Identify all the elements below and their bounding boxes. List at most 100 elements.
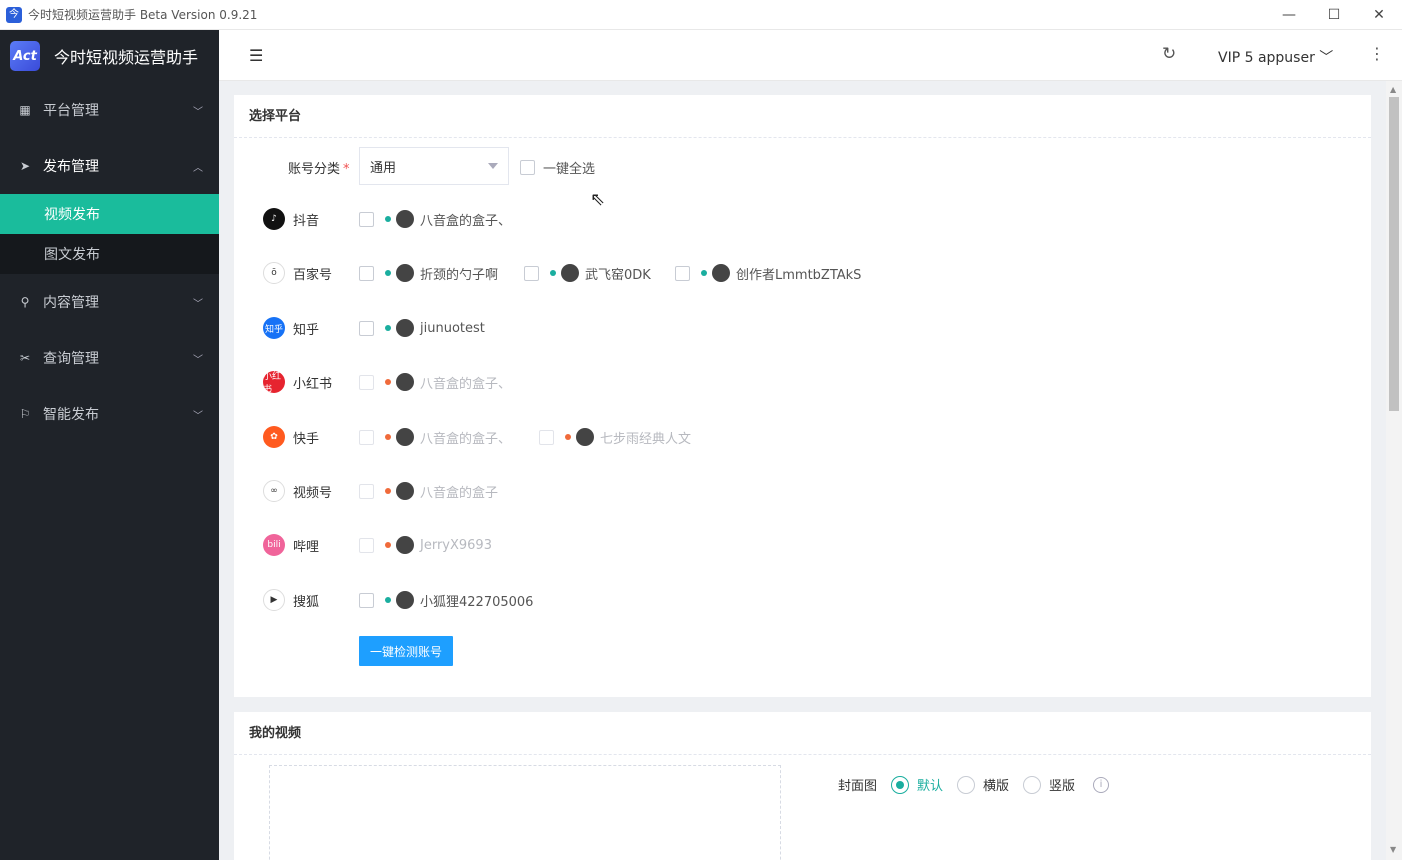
refresh-icon[interactable]: ↻ [1162,44,1176,64]
account-item[interactable]: 七步雨经典人文 [539,425,691,449]
chevron-up-icon: ︿ [193,162,203,174]
account-item[interactable]: 八音盒的盒子 [359,479,498,503]
avatar [561,264,579,282]
user-label: VIP 5 appuser [1218,50,1315,66]
avatar [396,428,414,446]
account-name: 八音盒的盒子、 [420,376,512,392]
select-all-checkbox[interactable] [520,160,535,175]
maximize-icon: ☐ [1327,7,1341,23]
close-icon: ✕ [1373,7,1385,23]
platform-row: ō 百家号 折颈的勺子啊 武飞窑0DK 创作者LmmtbZTAkS [234,261,1371,285]
info-icon[interactable]: i [1093,776,1110,793]
select-all[interactable]: 一键全选 [520,158,595,177]
status-dot [385,325,391,331]
cover-default-radio[interactable] [891,775,910,794]
scroll-down-icon[interactable]: ▼ [1390,845,1396,854]
sidebar-item-image-publish[interactable]: 图文发布 [0,234,219,274]
avatar [396,319,414,337]
platform-icon: 小红书 [263,371,285,395]
category-label: 账号分类 * [288,162,350,177]
platform-name: 百家号 [293,267,333,283]
platform-icon: 知乎 [263,317,285,339]
account-item[interactable]: jiunuotest [359,316,485,340]
platform-name: 视频号 [293,485,333,501]
account-checkbox[interactable] [359,429,374,445]
cover-horizontal-radio[interactable] [957,775,976,794]
more-icon[interactable]: ⋮ [1369,44,1385,63]
account-name: jiunuotest [420,320,485,336]
platform-row: bili 哔哩 JerryX9693 [234,533,1371,557]
close-button[interactable]: ✕ [1356,0,1402,30]
tools-icon: ✂ [19,351,31,365]
sidebar-item-content[interactable]: ⚲ 内容管理 ﹀ [0,274,219,330]
page-scrollbar[interactable]: ▲ ▼ [1386,81,1402,860]
account-item[interactable]: 八音盒的盒子、 [359,207,511,231]
platform-name: 搜狐 [293,594,320,610]
select-platform-card: 选择平台 账号分类 * 通用 一键全选 ♪ 抖音 八音盒的盒子、 ō 百家号 折颈的勺子啊武… [234,95,1371,697]
account-item[interactable]: JerryX9693 [359,533,492,557]
platform-icon: ♪ [263,208,285,230]
my-video-card: 我的视频 封面图 默认 横版 竖版 i [234,712,1371,860]
status-dot [385,542,391,548]
sidebar-item-smart[interactable]: ⚐ 智能发布 ﹀ [0,386,219,442]
platform-name: 哔哩 [293,539,320,555]
category-select[interactable]: 通用 [359,147,509,185]
cover-vertical-radio[interactable] [1023,775,1042,794]
sidebar-item-video-publish[interactable]: 视频发布 [0,194,219,234]
caret-down-icon [488,163,498,169]
platform-row: ♪ 抖音 八音盒的盒子、 [234,207,1371,231]
account-checkbox[interactable] [524,265,539,281]
sidebar-item-label: 查询管理 [43,351,99,367]
check-accounts-button[interactable]: 一键检测账号 [359,636,453,666]
account-checkbox[interactable] [359,483,374,499]
sidebar-item-label: 发布管理 [43,159,99,175]
platform-icon: ✿ [263,426,285,448]
card-title: 我的视频 [234,712,1371,755]
chevron-down-icon: ﹀ [193,354,203,366]
sidebar-item-platform[interactable]: ▦ 平台管理 ﹀ [0,82,219,138]
cover-label: 封面图 [838,779,878,794]
minimize-icon: — [1282,7,1296,23]
account-checkbox[interactable] [675,265,690,281]
account-item[interactable]: 八音盒的盒子、 [359,425,511,449]
avatar [396,264,414,282]
avatar [396,373,414,391]
account-checkbox[interactable] [359,265,374,281]
select-all-label: 一键全选 [543,162,596,177]
scroll-up-icon[interactable]: ▲ [1390,85,1396,94]
user-menu[interactable]: VIP 5 appuser ﹀ [1218,47,1333,67]
account-checkbox[interactable] [359,592,374,608]
account-checkbox[interactable] [539,429,554,445]
account-item[interactable]: 创作者LmmtbZTAkS [675,261,861,285]
account-item[interactable]: 折颈的勺子啊 [359,261,498,285]
sidebar-item-label: 智能发布 [43,407,99,423]
sidebar-item-label: 平台管理 [43,103,99,119]
platform-row: 小红书 小红书 八音盒的盒子、 [234,370,1371,395]
platform-row: 知乎 知乎 jiunuotest [234,316,1371,340]
send-icon: ➤ [19,159,31,173]
maximize-button[interactable]: ☐ [1311,0,1357,30]
video-upload-area[interactable] [269,765,781,860]
sidebar-item-query[interactable]: ✂ 查询管理 ﹀ [0,330,219,386]
menu-toggle-icon[interactable]: ☰ [249,46,263,65]
account-item[interactable]: 武飞窑0DK [524,261,651,285]
account-checkbox[interactable] [359,211,374,227]
link-icon: ⚲ [20,295,30,309]
sidebar-item-publish[interactable]: ➤ 发布管理 ︿ [0,138,219,194]
avatar [576,428,594,446]
account-item[interactable]: 小狐狸422705006 [359,588,533,612]
chevron-down-icon: ﹀ [193,298,203,310]
minimize-button[interactable]: — [1266,0,1312,30]
platform-icon: bili [263,534,285,556]
account-name: 八音盒的盒子 [420,485,499,501]
account-name: 八音盒的盒子、 [420,213,512,229]
main-content: 选择平台 账号分类 * 通用 一键全选 ♪ 抖音 八音盒的盒子、 ō 百家号 折颈的勺子啊武… [219,81,1386,860]
platform-name: 小红书 [293,376,333,392]
status-dot [385,270,391,276]
account-checkbox[interactable] [359,374,374,390]
account-item[interactable]: 八音盒的盒子、 [359,370,511,394]
account-checkbox[interactable] [359,320,374,336]
account-checkbox[interactable] [359,537,374,553]
platform-row: ∞ 视频号 八音盒的盒子 [234,479,1371,503]
scroll-thumb[interactable] [1389,97,1399,411]
